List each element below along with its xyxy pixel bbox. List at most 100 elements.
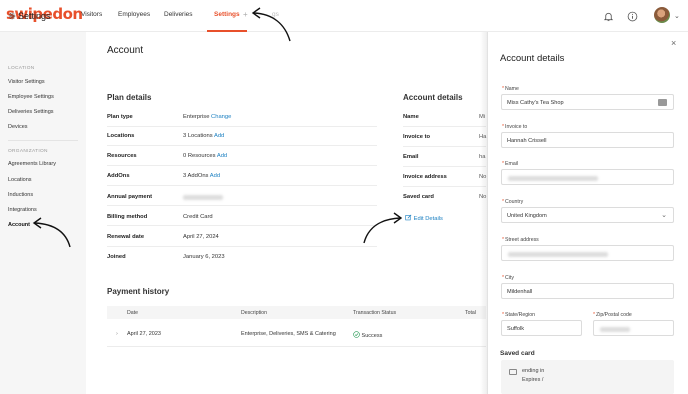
sidebar-divider [8, 140, 78, 141]
plan-label: Billing method [107, 214, 148, 220]
settings-sidebar [0, 32, 86, 394]
col-transaction-status[interactable]: Transaction Status [353, 310, 396, 316]
row-divider [403, 126, 486, 127]
add-location-link[interactable]: Add [214, 133, 224, 139]
state-region-label: *State/Region [502, 312, 536, 318]
plan-value: Enterprise Change [183, 114, 232, 120]
annual-payment-redacted [183, 195, 223, 200]
plan-label: Resources [107, 153, 137, 159]
name-field[interactable]: Miss Cathy's Tea Shop [501, 94, 674, 110]
drawer-title: Account details [500, 53, 565, 64]
row-divider [403, 186, 486, 187]
invoice-to-label: *Invoice to [502, 124, 528, 130]
col-total[interactable]: Total [465, 310, 476, 316]
plan-label: Joined [107, 254, 126, 260]
row-divider [107, 165, 377, 166]
account-label: Email [403, 154, 419, 160]
plan-label: Locations [107, 133, 135, 139]
plan-value: 0 Resources Add [183, 153, 228, 159]
nav-settings[interactable]: Settings [207, 0, 247, 32]
zip-postal-label: *Zip/Postal code [593, 312, 632, 318]
user-avatar[interactable] [654, 7, 670, 23]
city-label: *City [502, 275, 514, 281]
account-label: Invoice to [403, 134, 431, 140]
annotation-arrow-account [32, 217, 71, 248]
street-address-field[interactable] [501, 245, 674, 261]
account-details-heading: Account details [403, 93, 463, 102]
saved-card-heading: Saved card [500, 350, 535, 357]
page-title: Account [107, 45, 144, 56]
row-divider [107, 145, 377, 146]
nav-employees[interactable]: Employees [118, 0, 150, 32]
row-divider [107, 126, 377, 127]
annotation-arrow-edit-details [363, 212, 403, 244]
row-divider [403, 146, 486, 147]
zip-redacted [600, 327, 630, 332]
chevron-down-icon[interactable]: ⌄ [674, 12, 680, 20]
payment-date: April 27, 2023 [127, 331, 161, 337]
account-label: Invoice address [403, 174, 447, 180]
nav-deliveries[interactable]: Deliveries [164, 0, 193, 32]
street-address-label: *Street address [502, 237, 539, 243]
annotation-arrow-settings [251, 7, 291, 42]
row-divider [107, 205, 377, 206]
country-select[interactable]: United Kingdom ⌄ [501, 207, 674, 223]
plan-value: 3 AddOns Add [183, 173, 221, 179]
plan-value: Credit Card [183, 214, 213, 220]
row-divider [107, 225, 377, 226]
sidebar-item-agreements-library[interactable]: Agreements Library [8, 161, 56, 167]
plan-value: January 6, 2023 [183, 254, 225, 260]
sidebar-item-account[interactable]: Account [8, 222, 30, 228]
sidebar-item-visitor-settings[interactable]: Visitor Settings [8, 79, 45, 85]
card-expiry: Expires / [522, 377, 544, 383]
add-addon-link[interactable]: Add [210, 173, 220, 179]
plan-value: 3 Locations Add [183, 133, 225, 139]
change-plan-link[interactable]: Change [211, 114, 231, 120]
payment-status: Success [353, 331, 382, 339]
row-divider [107, 346, 486, 347]
row-divider [403, 166, 486, 167]
sidebar-item-integrations[interactable]: Integrations [8, 207, 37, 213]
plan-label: Plan type [107, 114, 133, 120]
email-redacted [508, 176, 598, 181]
country-label: *Country [502, 199, 524, 205]
plan-label: AddOns [107, 173, 130, 179]
bell-icon[interactable] [603, 11, 614, 22]
card-ending: ending in [522, 368, 545, 374]
account-label: Name [403, 114, 419, 120]
plan-label: Renewal date [107, 234, 145, 240]
col-description[interactable]: Description [241, 310, 267, 316]
sidebar-section-location: LOCATION [8, 66, 35, 71]
expand-row-icon[interactable]: › [116, 331, 118, 337]
info-icon[interactable] [627, 11, 638, 22]
add-resource-link[interactable]: Add [217, 153, 227, 159]
nav-visitors[interactable]: Visitors [81, 0, 102, 32]
state-region-field[interactable]: Suffolk [501, 320, 582, 336]
city-field[interactable]: Mildenhall [501, 283, 674, 299]
sidebar-title: Settings [8, 11, 51, 21]
chevron-down-icon: ⌄ [661, 212, 667, 219]
sidebar-item-devices[interactable]: Devices [8, 124, 28, 130]
close-icon[interactable]: × [671, 38, 676, 48]
plan-label: Annual payment [107, 194, 153, 200]
sidebar-item-inductions[interactable]: Inductions [8, 192, 33, 198]
edit-icon [405, 214, 412, 221]
invoice-to-field[interactable]: Hannah Crissell [501, 132, 674, 148]
contact-card-icon [658, 99, 667, 106]
payment-history-heading: Payment history [107, 287, 170, 296]
credit-card-icon [509, 369, 517, 375]
gear-icon [8, 12, 16, 20]
row-divider [107, 246, 377, 247]
street-redacted [508, 252, 608, 257]
email-label: *Email [502, 161, 519, 167]
plan-value: April 27, 2024 [183, 234, 219, 240]
sidebar-item-employee-settings[interactable]: Employee Settings [8, 94, 54, 100]
edit-details-link[interactable]: Edit Details [405, 214, 443, 222]
sidebar-item-locations[interactable]: Locations [8, 177, 32, 183]
account-label: Saved card [403, 194, 434, 200]
zip-postal-field[interactable] [593, 320, 674, 336]
sidebar-item-deliveries-settings[interactable]: Deliveries Settings [8, 109, 54, 115]
success-check-icon [353, 331, 360, 338]
email-field[interactable] [501, 169, 674, 185]
col-date[interactable]: Date [127, 310, 138, 316]
